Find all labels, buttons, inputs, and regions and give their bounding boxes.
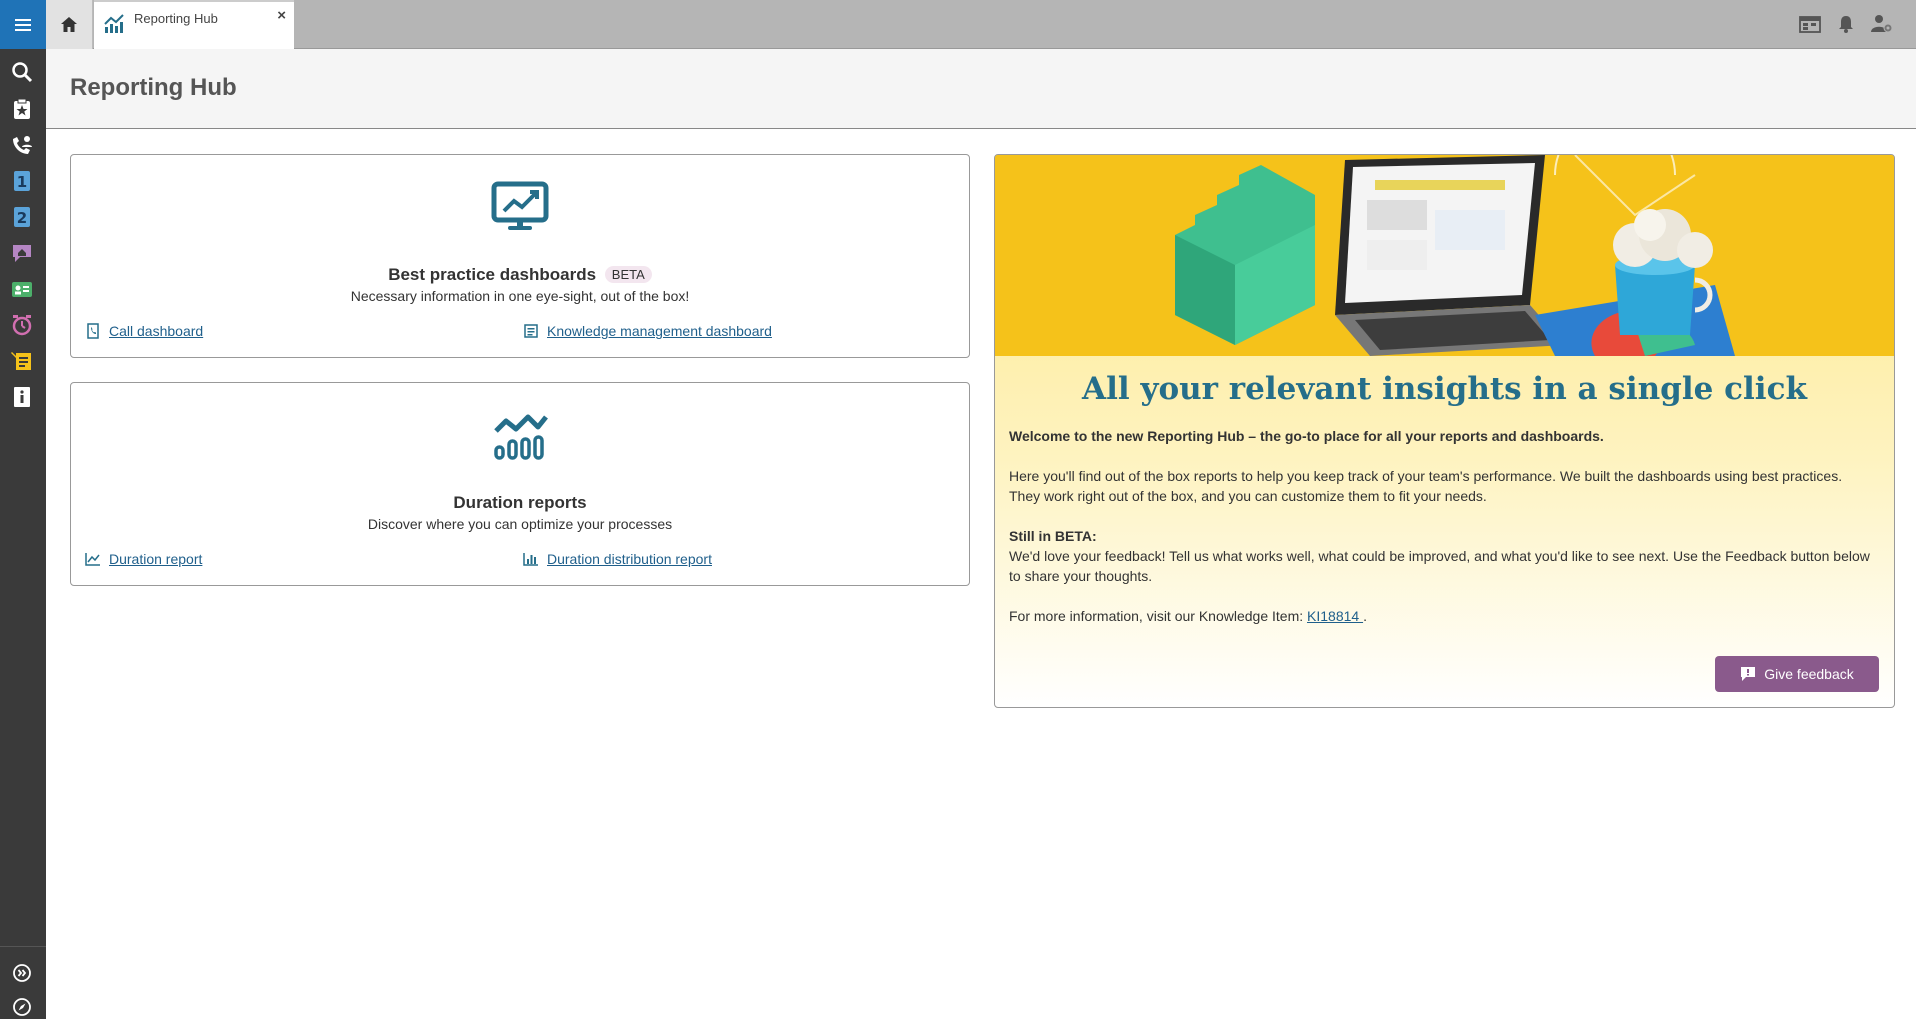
knowledge-report-icon <box>523 323 539 339</box>
tab-reporting-hub[interactable]: Reporting Hub × <box>94 0 294 49</box>
hamburger-menu-button[interactable] <box>0 0 46 49</box>
feedback-chat-icon <box>1741 667 1756 681</box>
phone-user-icon[interactable] <box>9 132 35 158</box>
calendar-board-icon[interactable] <box>1798 12 1822 36</box>
card-title: Best practice dashboards BETA <box>71 265 969 285</box>
knowledge-pen-icon[interactable] <box>9 348 35 374</box>
home-tab[interactable] <box>46 0 93 49</box>
card-subtitle: Necessary information in one eye-sight, … <box>350 288 690 304</box>
card-title-text: Best practice dashboards <box>388 265 597 284</box>
duration-distribution-link-row: Duration distribution report <box>523 551 712 567</box>
second-line-icon[interactable]: 2 <box>9 204 35 230</box>
tab-label: Reporting Hub <box>134 11 218 26</box>
info-book-icon[interactable] <box>9 384 35 410</box>
expand-sidebar-icon[interactable] <box>9 960 35 986</box>
more-info-text: For more information, visit our Knowledg… <box>1009 606 1874 626</box>
page-header: Reporting Hub <box>46 49 1916 129</box>
hamburger-icon <box>15 18 31 31</box>
call-dashboard-link-row: Call dashboard <box>85 323 203 339</box>
top-tab-bar: Reporting Hub × <box>46 0 1916 49</box>
give-feedback-label: Give feedback <box>1764 666 1854 682</box>
compass-icon[interactable] <box>9 994 35 1019</box>
knowledge-management-dashboard-link[interactable]: Knowledge management dashboard <box>547 323 772 339</box>
duration-distribution-report-link[interactable]: Duration distribution report <box>547 551 712 567</box>
banner-heading: All your relevant insights in a single c… <box>1082 371 1807 407</box>
bar-trend-chart-icon <box>494 414 548 460</box>
analytics-chart-icon <box>104 14 124 33</box>
notification-bell-icon[interactable] <box>1834 12 1858 36</box>
chat-home-icon[interactable] <box>9 240 35 266</box>
user-settings-icon[interactable] <box>1870 12 1894 36</box>
svg-text:1: 1 <box>17 173 27 191</box>
home-icon <box>61 16 77 32</box>
beta-heading: Still in BETA: <box>1009 528 1097 544</box>
bar-chart-icon <box>523 551 539 567</box>
card-subtitle: Discover where you can optimize your pro… <box>367 516 673 532</box>
duration-report-link[interactable]: Duration report <box>109 551 202 567</box>
best-practice-dashboards-card: Best practice dashboards BETA Necessary … <box>70 154 970 358</box>
tab-close-icon[interactable]: × <box>277 7 286 24</box>
sidebar-divider <box>0 946 46 947</box>
id-card-icon[interactable] <box>9 276 35 302</box>
monitor-chart-icon <box>491 181 549 230</box>
alarm-clock-icon[interactable] <box>9 312 35 338</box>
top-right-toolbar <box>1798 12 1894 36</box>
more-info-label: For more information, visit our Knowledg… <box>1009 608 1308 624</box>
laptop-illustration <box>1335 155 1565 356</box>
first-line-icon[interactable]: 1 <box>9 168 35 194</box>
line-chart-icon <box>85 551 101 567</box>
call-dashboard-link[interactable]: Call dashboard <box>109 323 203 339</box>
insights-banner: All your relevant insights in a single c… <box>994 154 1895 708</box>
more-info-end: . <box>1363 608 1367 624</box>
page-title: Reporting Hub <box>70 74 237 101</box>
duration-report-link-row: Duration report <box>85 551 202 567</box>
search-icon[interactable] <box>9 59 35 85</box>
knowledge-item-link[interactable]: KI18814 <box>1307 608 1363 624</box>
intro-text: Here you'll find out of the box reports … <box>1009 468 1843 504</box>
beta-text: We'd love your feedback! Tell us what wo… <box>1009 548 1870 584</box>
beta-badge: BETA <box>604 266 652 283</box>
knowledge-dashboard-link-row: Knowledge management dashboard <box>523 323 772 339</box>
phone-report-icon <box>85 323 101 339</box>
svg-text:2: 2 <box>17 209 27 227</box>
card-title: Duration reports <box>453 493 587 512</box>
duration-reports-card: Duration reports Discover where you can … <box>70 382 970 586</box>
welcome-text: Welcome to the new Reporting Hub – the g… <box>1009 428 1604 444</box>
banner-illustration <box>995 155 1894 356</box>
give-feedback-button[interactable]: Give feedback <box>1715 656 1879 692</box>
clipboard-star-icon[interactable] <box>9 96 35 122</box>
left-sidebar: 1 2 <box>0 0 46 1019</box>
